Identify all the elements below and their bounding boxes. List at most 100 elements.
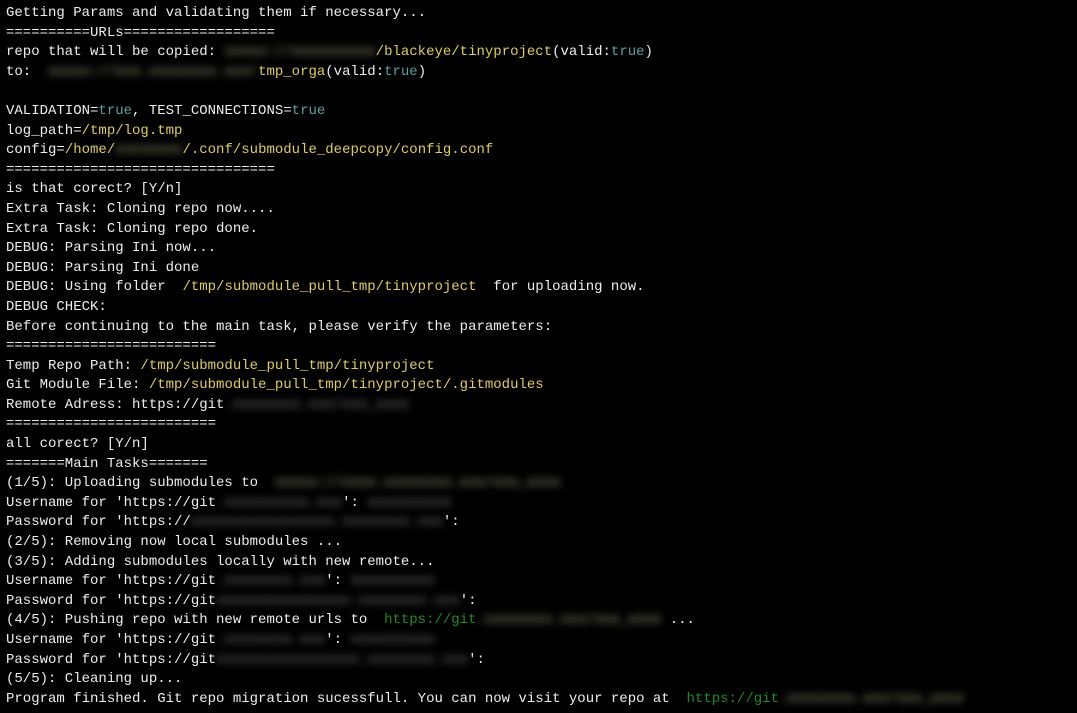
text-segment: log_path= (6, 123, 82, 139)
terminal-line: VALIDATION=true, TEST_CONNECTIONS=true (6, 102, 1071, 122)
terminal-line: log_path=/tmp/log.tmp (6, 122, 1071, 142)
text-segment: Temp Repo Path: (6, 358, 140, 374)
text-segment: Password for 'https://git (6, 593, 216, 609)
terminal-line: all corect? [Y/n] (6, 435, 1071, 455)
terminal-line: ==========URLs================== (6, 24, 1071, 44)
text-segment: Extra Task: Cloning repo now.... (6, 201, 275, 217)
text-segment: xxxxxxxxxx (350, 573, 434, 589)
text-segment: DEBUG CHECK: (6, 299, 107, 315)
text-segment: true (611, 44, 645, 60)
text-segment: to: (6, 64, 48, 80)
text-segment: (3/5): Adding submodules locally with ne… (6, 554, 434, 570)
text-segment: VALIDATION= (6, 103, 98, 119)
text-segment: Password for 'https://git (6, 652, 216, 668)
text-segment: xxxxx://xxxx.xxxxxxxx.xxx/xxx_xxxx (275, 475, 561, 491)
terminal-line: Getting Params and validating them if ne… (6, 4, 1071, 24)
text-segment: https://git (384, 612, 476, 628)
text-segment: ========================= (6, 338, 216, 354)
text-segment: ': (325, 573, 350, 589)
text-segment: Extra Task: Cloning repo done. (6, 221, 258, 237)
text-segment: Remote Adress: https://git (6, 397, 224, 413)
terminal-line: DEBUG: Using folder /tmp/submodule_pull_… (6, 278, 1071, 298)
terminal-line: Password for 'https://gitxxxxxxxxxxxxxxx… (6, 651, 1071, 671)
terminal-line: Username for 'https://git.xxxxxxxx.xxx':… (6, 631, 1071, 651)
text-segment: ================================ (6, 162, 275, 178)
text-segment: DEBUG: Parsing Ini now... (6, 240, 216, 256)
terminal-line (6, 82, 1071, 102)
text-segment: .xxxxxxxx.xxx (216, 632, 325, 648)
text-segment: , TEST_CONNECTIONS= (132, 103, 292, 119)
text-segment: .xxxxxxxx.xxx/xxx_xxxx (224, 397, 409, 413)
text-segment: ========================= (6, 416, 216, 432)
text-segment: xxxxxxxxxxxxxxxx.xxxxxxxx.xxx (216, 593, 460, 609)
text-segment: xxxxxxxxxx (350, 632, 434, 648)
terminal-line: ========================= (6, 415, 1071, 435)
terminal-line: ================================ (6, 161, 1071, 181)
terminal-line: Git Module File: /tmp/submodule_pull_tmp… (6, 376, 1071, 396)
text-segment: Username for 'https://git (6, 495, 216, 511)
terminal-line: Password for 'https://gitxxxxxxxxxxxxxxx… (6, 592, 1071, 612)
text-segment: ==========URLs================== (6, 25, 275, 41)
text-segment: .xxxxxxxx.xxx/xxx_xxxx (779, 691, 964, 707)
terminal-output: Getting Params and validating them if ne… (6, 4, 1071, 709)
text-segment: ) (418, 64, 426, 80)
terminal-line: repo that will be copied: xxxxx://xxxxxx… (6, 43, 1071, 63)
text-segment: /.conf/submodule_deepcopy/config.conf (182, 142, 493, 158)
text-segment: (valid: (325, 64, 384, 80)
terminal-line: is that corect? [Y/n] (6, 180, 1071, 200)
text-segment: xxxxxxxxxx (367, 495, 451, 511)
text-segment: ': (325, 632, 350, 648)
terminal-line: (2/5): Removing now local submodules ... (6, 533, 1071, 553)
text-segment: ': (443, 514, 460, 530)
text-segment: https://git (687, 691, 779, 707)
terminal-line: Username for 'https://git.xxxxxxxxxx.xxx… (6, 494, 1071, 514)
terminal-line: Password for 'https://xxxxxxxxxxxxxxxxx.… (6, 513, 1071, 533)
terminal-line: ========================= (6, 337, 1071, 357)
terminal-line: config=/home/xxxxxxxx/.conf/submodule_de… (6, 141, 1071, 161)
text-segment: .xxxxxxxx.xxx (216, 573, 325, 589)
text-segment: /tmp/submodule_pull_tmp/tinyproject (182, 279, 476, 295)
text-segment: tmp_orga (258, 64, 325, 80)
text-segment: Username for 'https://git (6, 573, 216, 589)
text-segment: /tmp/submodule_pull_tmp/tinyproject/.git… (149, 377, 544, 393)
text-segment: ': (342, 495, 367, 511)
text-segment: .xxxxxxxxxx.xxx (216, 495, 342, 511)
text-segment: .xxxxxxxx.xxx/xxx_xxxx (476, 612, 661, 628)
terminal-line: DEBUG CHECK: (6, 298, 1071, 318)
text-segment: (valid: (552, 44, 611, 60)
text-segment: xxxxxxxxxxxxxxxxx.xxxxxxxx.xxx (191, 514, 443, 530)
text-segment: ': (460, 593, 477, 609)
terminal-line: Extra Task: Cloning repo now.... (6, 200, 1071, 220)
text-segment: DEBUG: Parsing Ini done (6, 260, 199, 276)
text-segment (6, 83, 14, 99)
text-segment: Git Module File: (6, 377, 149, 393)
text-segment: true (292, 103, 326, 119)
text-segment: xxxxx://xxxxxxxxxx (224, 44, 375, 60)
text-segment: Getting Params and validating them if ne… (6, 5, 426, 21)
text-segment: Password for 'https:// (6, 514, 191, 530)
text-segment: repo that will be copied: (6, 44, 224, 60)
terminal-line: Username for 'https://git.xxxxxxxx.xxx':… (6, 572, 1071, 592)
text-segment: for uploading now. (477, 279, 645, 295)
text-segment: (2/5): Removing now local submodules ... (6, 534, 342, 550)
text-segment: config= (6, 142, 65, 158)
text-segment: ': (468, 652, 485, 668)
terminal-line: (3/5): Adding submodules locally with ne… (6, 553, 1071, 573)
text-segment: all corect? [Y/n] (6, 436, 149, 452)
terminal-line: Before continuing to the main task, plea… (6, 318, 1071, 338)
terminal-line: (1/5): Uploading submodules to xxxxx://x… (6, 474, 1071, 494)
terminal-line: DEBUG: Parsing Ini now... (6, 239, 1071, 259)
terminal-line: =======Main Tasks======= (6, 455, 1071, 475)
terminal-line: Program finished. Git repo migration suc… (6, 690, 1071, 710)
text-segment: /tmp/submodule_pull_tmp/tinyproject (140, 358, 434, 374)
text-segment: (4/5): Pushing repo with new remote urls… (6, 612, 384, 628)
terminal-line: to: xxxxx://xxx.xxxxxxxx.xxx/tmp_orga(va… (6, 63, 1071, 83)
text-segment: /home/ (65, 142, 115, 158)
text-segment: (5/5): Cleaning up... (6, 671, 182, 687)
text-segment: true (384, 64, 418, 80)
text-segment: is that corect? [Y/n] (6, 181, 182, 197)
terminal-line: (4/5): Pushing repo with new remote urls… (6, 611, 1071, 631)
text-segment: /tmp/log.tmp (82, 123, 183, 139)
terminal-line: (5/5): Cleaning up... (6, 670, 1071, 690)
text-segment: Before continuing to the main task, plea… (6, 319, 552, 335)
